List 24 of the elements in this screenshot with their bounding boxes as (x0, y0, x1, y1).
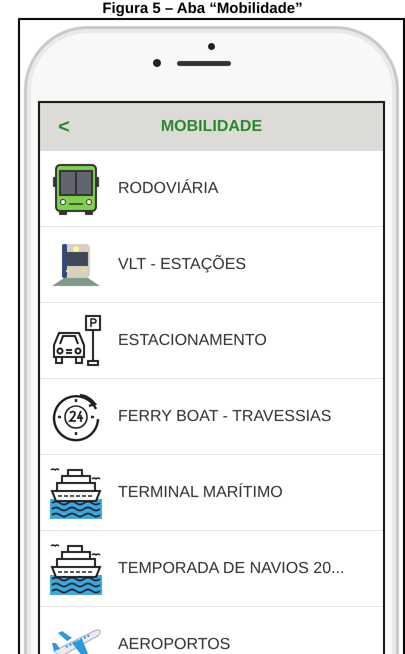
ship-icon (50, 466, 102, 518)
screen-title: MOBILIDADE (160, 118, 262, 136)
menu-item-label: FERRY BOAT - TRAVESSIAS (118, 408, 332, 426)
menu-item[interactable]: TEMPORADA DE NAVIOS 20... (40, 531, 383, 607)
speaker-icon (176, 60, 230, 66)
figure-caption: Figura 5 – Aba “Mobilidade” (101, 0, 304, 18)
ship-icon (50, 542, 102, 594)
parked-car-icon (50, 314, 102, 366)
menu-item[interactable]: AEROPORTOS (40, 607, 383, 654)
menu-item-label: RODOVIÁRIA (118, 180, 218, 198)
menu-item-label: TEMPORADA DE NAVIOS 20... (118, 560, 344, 578)
menu-item[interactable]: ESTACIONAMENTO (40, 303, 383, 379)
menu-item-label: AEROPORTOS (118, 636, 230, 654)
airplane-icon (50, 626, 102, 654)
menu-item[interactable]: FERRY BOAT - TRAVESSIAS (40, 379, 383, 455)
menu-item[interactable]: RODOVIÁRIA (40, 151, 383, 227)
menu-item-label: ESTACIONAMENTO (118, 332, 267, 350)
menu-item[interactable]: TERMINAL MARÍTIMO (40, 455, 383, 531)
train-icon (50, 242, 102, 288)
camera-icon (208, 43, 215, 50)
menu-item-label: TERMINAL MARÍTIMO (118, 484, 283, 502)
menu-item[interactable]: VLT - ESTAÇÕES (40, 227, 383, 303)
menu-item-label: VLT - ESTAÇÕES (118, 256, 246, 274)
front-camera-icon (152, 59, 160, 67)
